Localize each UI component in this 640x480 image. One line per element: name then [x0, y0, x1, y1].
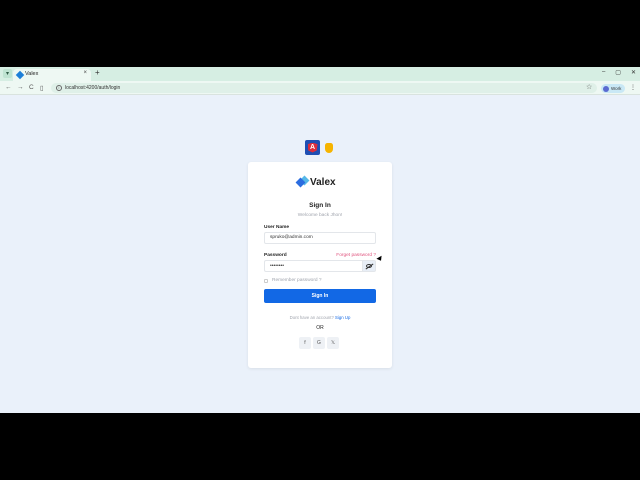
browser-window: ▾ Valex × + – ▢ ✕ ← → C ▯ i localhost:42…: [0, 67, 640, 413]
tab-title: Valex: [25, 71, 39, 77]
bookmark-star-icon[interactable]: ☆: [586, 83, 592, 91]
valex-favicon-icon: [15, 70, 25, 80]
remember-label[interactable]: Remember password ?: [272, 278, 322, 283]
window-controls: – ▢ ✕: [602, 69, 636, 76]
maximize-icon[interactable]: ▢: [615, 69, 621, 76]
username-field[interactable]: spruko@admin.com: [264, 232, 376, 244]
profile-label: Work: [611, 86, 622, 91]
remember-row[interactable]: Remember password ?: [264, 278, 322, 283]
page-title: Sign In: [309, 202, 331, 209]
tab-close-icon[interactable]: ×: [83, 70, 87, 76]
tab-strip: ▾ Valex × + – ▢ ✕: [0, 67, 640, 81]
tab-valex[interactable]: Valex ×: [13, 69, 91, 81]
tech-badges: A: [305, 140, 333, 155]
address-bar[interactable]: i localhost:4200/auth/login: [51, 83, 597, 93]
or-divider: OR: [316, 325, 324, 331]
angular-icon: A: [305, 140, 320, 155]
valex-logo-icon: [295, 175, 310, 188]
close-window-icon[interactable]: ✕: [631, 69, 636, 76]
site-info-icon[interactable]: i: [56, 85, 62, 91]
forward-icon[interactable]: →: [17, 84, 24, 91]
signup-prompt: Dont have an account? Sign Up: [248, 315, 392, 320]
back-icon[interactable]: ←: [5, 84, 12, 91]
password-field[interactable]: ••••••••: [264, 260, 362, 272]
password-label: Password: [264, 253, 287, 258]
reload-icon[interactable]: C: [29, 84, 34, 91]
password-visibility-toggle[interactable]: [362, 260, 376, 272]
logo-text: Valex: [310, 177, 336, 188]
eye-slash-icon: [366, 264, 372, 268]
tab-search-icon[interactable]: ▾: [3, 69, 12, 78]
brand-logo: Valex: [295, 175, 336, 188]
facebook-icon[interactable]: f: [299, 337, 311, 349]
remember-checkbox[interactable]: [264, 278, 268, 283]
profile-avatar-icon: [603, 85, 609, 92]
url-text[interactable]: localhost:4200/auth/login: [65, 85, 120, 91]
signin-button[interactable]: Sign In: [264, 289, 376, 303]
firebase-icon: [325, 142, 333, 153]
minimize-icon[interactable]: –: [602, 69, 605, 76]
x-twitter-icon[interactable]: 𝕏: [327, 337, 339, 349]
welcome-subtitle: Welcome back Jhon!: [297, 213, 343, 218]
signup-link[interactable]: Sign Up: [335, 315, 350, 320]
google-icon[interactable]: G: [313, 337, 325, 349]
signin-card: Valex Sign In Welcome back Jhon! User Na…: [248, 162, 392, 368]
social-login-row: f G 𝕏: [299, 337, 339, 349]
browser-toolbar: ← → C ▯ i localhost:4200/auth/login ☆ Wo…: [0, 81, 640, 95]
username-label: User Name: [264, 225, 290, 230]
split-view-icon[interactable]: ▯: [40, 84, 44, 92]
browser-menu-icon[interactable]: ⋮: [630, 84, 636, 91]
new-tab-button[interactable]: +: [95, 68, 100, 77]
signup-prompt-text: Dont have an account?: [289, 315, 334, 320]
forgot-password-link[interactable]: Forget password ?: [336, 253, 376, 258]
profile-button[interactable]: Work: [601, 84, 625, 93]
